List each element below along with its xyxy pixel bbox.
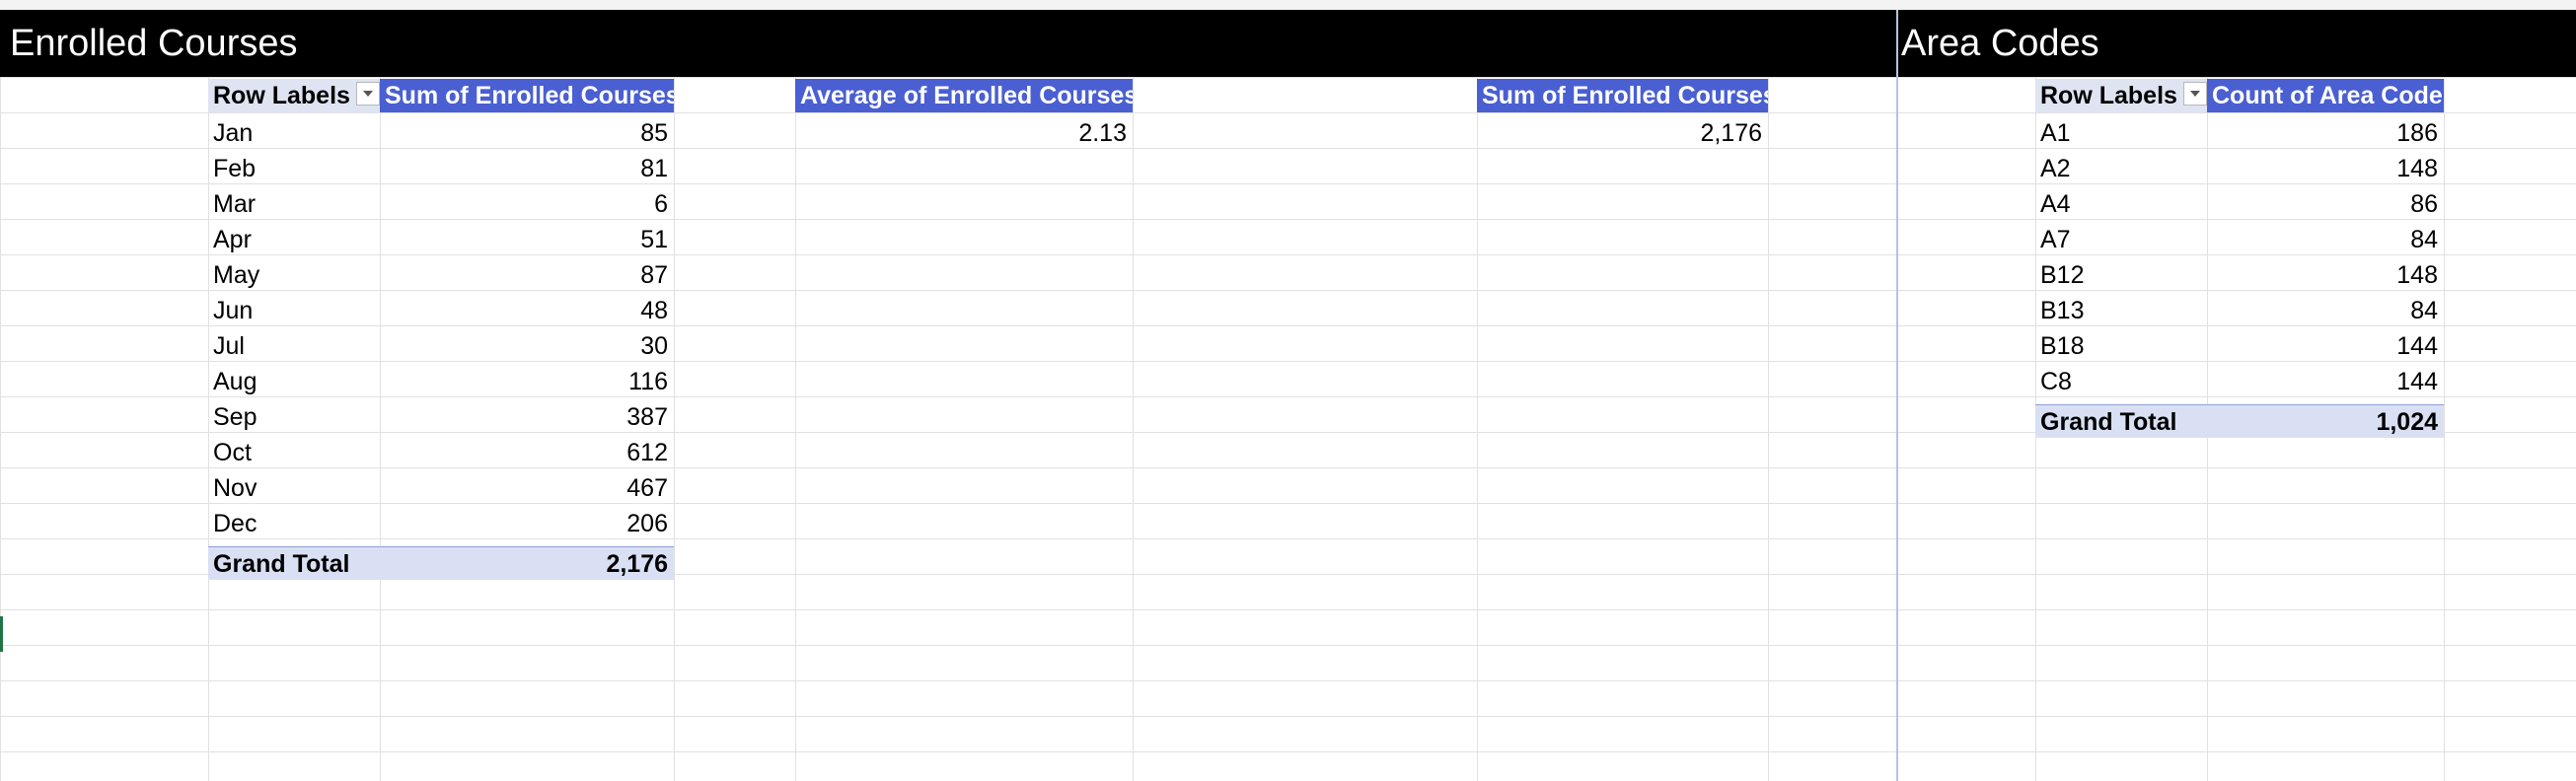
active-cell-indicator	[0, 616, 3, 652]
pivot-row-label[interactable]: B18	[2035, 329, 2207, 363]
area-codes-title: Area Codes	[1901, 23, 2099, 64]
sum-pivot-value[interactable]: 2,176	[1477, 116, 1768, 150]
enrolled-grand-total-label[interactable]: Grand Total	[208, 546, 380, 580]
average-pivot-header[interactable]: Average of Enrolled Courses	[795, 79, 1133, 112]
pivot-row-value[interactable]: 206	[380, 507, 674, 540]
area-value-header[interactable]: Count of Area Code	[2207, 79, 2444, 112]
pivot-row-value[interactable]: 30	[380, 329, 674, 363]
filter-dropdown-icon[interactable]	[2182, 82, 2207, 106]
pivot-row-value[interactable]: 81	[380, 152, 674, 185]
pivot-row-label[interactable]: A1	[2035, 116, 2207, 150]
enrolled-value-header[interactable]: Sum of Enrolled Courses	[380, 79, 674, 112]
pivot-row-label[interactable]: Dec	[208, 507, 380, 540]
pivot-row-label[interactable]: Aug	[208, 365, 380, 398]
pivot-row-label[interactable]: Mar	[208, 187, 380, 221]
pivot-row-value[interactable]: 51	[380, 223, 674, 256]
pivot-row-label[interactable]: Jun	[208, 294, 380, 327]
pivot-row-label[interactable]: C8	[2035, 365, 2207, 398]
pivot-row-value[interactable]: 84	[2207, 294, 2444, 327]
pivot-row-value[interactable]: 144	[2207, 365, 2444, 398]
area-grand-total-label[interactable]: Grand Total	[2035, 404, 2207, 438]
pivot-row-label[interactable]: B12	[2035, 258, 2207, 292]
pivot-row-value[interactable]: 144	[2207, 329, 2444, 363]
sum-pivot-header[interactable]: Sum of Enrolled Courses	[1477, 79, 1768, 112]
pivot-row-value[interactable]: 87	[380, 258, 674, 292]
pivot-row-value[interactable]: 186	[2207, 116, 2444, 150]
pivot-row-label[interactable]: B13	[2035, 294, 2207, 327]
pivot-row-label[interactable]: Oct	[208, 436, 380, 469]
row-labels-text: Row Labels	[213, 82, 350, 109]
pivot-row-label[interactable]: May	[208, 258, 380, 292]
pivot-row-value[interactable]: 612	[380, 436, 674, 469]
pivot-row-value[interactable]: 467	[380, 471, 674, 505]
pivot-row-value[interactable]: 84	[2207, 223, 2444, 256]
pivot-row-value[interactable]: 85	[380, 116, 674, 150]
enrolled-row-labels-header[interactable]: Row Labels	[208, 79, 380, 112]
pivot-row-label[interactable]: A7	[2035, 223, 2207, 256]
pivot-row-value[interactable]: 48	[380, 294, 674, 327]
pivot-row-value[interactable]: 148	[2207, 258, 2444, 292]
pivot-row-label[interactable]: Sep	[208, 400, 380, 434]
pivot-row-value[interactable]: 116	[380, 365, 674, 398]
pivot-row-value[interactable]: 6	[380, 187, 674, 221]
area-grand-total-value[interactable]: 1,024	[2207, 404, 2444, 438]
enrolled-courses-title: Enrolled Courses	[10, 23, 298, 64]
pivot-row-label[interactable]: Apr	[208, 223, 380, 256]
freeze-pane-divider	[1896, 10, 1898, 781]
area-row-labels-header[interactable]: Row Labels	[2035, 79, 2207, 112]
average-pivot-value[interactable]: 2.13	[795, 116, 1133, 150]
pivot-row-value[interactable]: 387	[380, 400, 674, 434]
row-labels-text: Row Labels	[2040, 82, 2177, 109]
pivot-row-label[interactable]: A4	[2035, 187, 2207, 221]
filter-dropdown-icon[interactable]	[355, 82, 380, 106]
pivot-row-label[interactable]: A2	[2035, 152, 2207, 185]
enrolled-grand-total-value[interactable]: 2,176	[380, 546, 674, 580]
pivot-row-label[interactable]: Jan	[208, 116, 380, 150]
pivot-row-value[interactable]: 86	[2207, 187, 2444, 221]
pivot-row-value[interactable]: 148	[2207, 152, 2444, 185]
pivot-row-label[interactable]: Nov	[208, 471, 380, 505]
pivot-row-label[interactable]: Feb	[208, 152, 380, 185]
pivot-row-label[interactable]: Jul	[208, 329, 380, 363]
